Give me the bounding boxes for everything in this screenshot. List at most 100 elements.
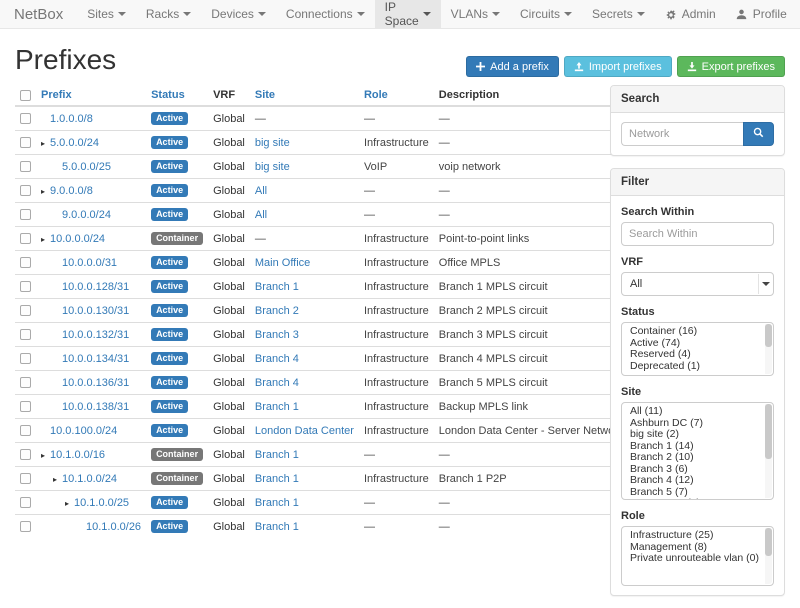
navbar-item[interactable]: Connections: [276, 0, 375, 28]
site-link[interactable]: Branch 1: [255, 281, 299, 293]
prefix-link[interactable]: 10.0.0.138/31: [62, 401, 129, 413]
search-within-input[interactable]: [621, 222, 774, 246]
add-prefix-button[interactable]: Add a prefix: [466, 56, 559, 77]
site-link[interactable]: big site: [255, 137, 290, 149]
site-link[interactable]: All: [255, 185, 267, 197]
description-text: —: [434, 131, 629, 155]
navbar-item[interactable]: VLANs: [441, 0, 510, 28]
chevron-down-icon: [423, 12, 431, 16]
prefix-link[interactable]: 9.0.0.0/8: [50, 185, 93, 197]
row-checkbox[interactable]: [20, 425, 31, 436]
navbar-item[interactable]: Secrets: [582, 0, 655, 28]
indent-spacer: [41, 334, 53, 335]
navbar-item[interactable]: Devices: [201, 0, 276, 28]
profile-link[interactable]: Profile: [726, 0, 797, 28]
site-link[interactable]: Branch 1: [255, 473, 299, 485]
prefix-link[interactable]: 10.0.0.128/31: [62, 281, 129, 293]
site-option[interactable]: COLO-1-24 (3): [622, 498, 773, 500]
export-prefixes-button[interactable]: Export prefixes: [677, 56, 785, 77]
column-header-site[interactable]: Site: [250, 85, 359, 106]
vrf-text: Global: [208, 467, 250, 491]
navbar-item[interactable]: Sites: [77, 0, 136, 28]
column-header-status[interactable]: Status: [146, 85, 208, 106]
navbar-item[interactable]: IP Space: [375, 0, 441, 28]
vrf-text: Global: [208, 347, 250, 371]
row-checkbox[interactable]: [20, 401, 31, 412]
scrollbar[interactable]: [765, 528, 772, 584]
prefix-link[interactable]: 10.0.100.0/24: [50, 425, 117, 437]
prefix-link[interactable]: 10.0.0.0/24: [50, 233, 105, 245]
site-option[interactable]: Branch 4 (12): [622, 475, 773, 487]
prefix-link[interactable]: 10.1.0.0/26: [86, 521, 141, 533]
prefixes-page: Add a prefix Import prefixes Export pref…: [0, 44, 800, 608]
site-link[interactable]: London Data Center: [255, 425, 354, 437]
site-listbox[interactable]: All (11)Ashburn DC (7)big site (2)Branch…: [621, 402, 774, 500]
role-option[interactable]: Infrastructure (25): [622, 530, 773, 542]
site-link[interactable]: All: [255, 209, 267, 221]
site-link[interactable]: Branch 1: [255, 497, 299, 509]
status-option[interactable]: Deprecated (1): [622, 361, 773, 373]
status-listbox[interactable]: Container (16)Active (74)Reserved (4)Dep…: [621, 322, 774, 376]
site-link[interactable]: Branch 1: [255, 401, 299, 413]
prefix-link[interactable]: 9.0.0.0/24: [62, 209, 111, 221]
column-header-role[interactable]: Role: [359, 85, 434, 106]
row-checkbox[interactable]: [20, 449, 31, 460]
prefix-link[interactable]: 10.0.0.134/31: [62, 353, 129, 365]
row-checkbox[interactable]: [20, 185, 31, 196]
prefix-link[interactable]: 10.0.0.130/31: [62, 305, 129, 317]
site-option[interactable]: All (11): [622, 406, 773, 418]
site-option[interactable]: Branch 2 (10): [622, 452, 773, 464]
prefix-link[interactable]: 1.0.0.0/8: [50, 113, 93, 125]
row-checkbox[interactable]: [20, 353, 31, 364]
row-checkbox[interactable]: [20, 233, 31, 244]
prefix-link[interactable]: 5.0.0.0/25: [62, 161, 111, 173]
prefix-link[interactable]: 10.0.0.136/31: [62, 377, 129, 389]
search-input[interactable]: [621, 122, 743, 146]
row-checkbox[interactable]: [20, 305, 31, 316]
row-checkbox[interactable]: [20, 521, 31, 532]
site-link[interactable]: Branch 4: [255, 353, 299, 365]
site-link[interactable]: Branch 2: [255, 305, 299, 317]
prefix-link[interactable]: 5.0.0.0/24: [50, 137, 99, 149]
site-option[interactable]: big site (2): [622, 429, 773, 441]
column-header-prefix[interactable]: Prefix: [36, 85, 146, 106]
prefix-link[interactable]: 10.0.0.132/31: [62, 329, 129, 341]
role-option[interactable]: Private unrouteable vlan (0): [622, 553, 773, 565]
site-link[interactable]: Branch 1: [255, 521, 299, 533]
site-link[interactable]: Branch 3: [255, 329, 299, 341]
row-checkbox[interactable]: [20, 161, 31, 172]
scrollbar[interactable]: [765, 324, 772, 374]
prefix-link[interactable]: 10.1.0.0/24: [62, 473, 117, 485]
select-all-checkbox[interactable]: [20, 90, 31, 101]
vrf-select[interactable]: All: [621, 272, 774, 296]
role-listbox[interactable]: Infrastructure (25)Management (8)Private…: [621, 526, 774, 586]
search-button[interactable]: [743, 122, 774, 146]
row-checkbox[interactable]: [20, 281, 31, 292]
row-checkbox[interactable]: [20, 113, 31, 124]
prefix-link[interactable]: 10.0.0.0/31: [62, 257, 117, 269]
row-checkbox[interactable]: [20, 137, 31, 148]
prefix-link[interactable]: 10.1.0.0/16: [50, 449, 105, 461]
site-link[interactable]: Branch 4: [255, 377, 299, 389]
row-checkbox[interactable]: [20, 209, 31, 220]
site-link[interactable]: Main Office: [255, 257, 310, 269]
prefix-link[interactable]: 10.1.0.0/25: [74, 497, 129, 509]
row-checkbox[interactable]: [20, 257, 31, 268]
role-option[interactable]: Management (8): [622, 542, 773, 554]
row-checkbox[interactable]: [20, 473, 31, 484]
navbar-item-label: Sites: [87, 7, 114, 21]
site-link[interactable]: Branch 1: [255, 449, 299, 461]
navbar-brand[interactable]: NetBox: [0, 0, 77, 28]
import-prefixes-button[interactable]: Import prefixes: [564, 56, 672, 77]
row-checkbox[interactable]: [20, 377, 31, 388]
admin-link[interactable]: Admin: [655, 0, 726, 28]
site-link[interactable]: big site: [255, 161, 290, 173]
scrollbar[interactable]: [765, 404, 772, 498]
status-option[interactable]: Container (16): [622, 326, 773, 338]
navbar-item[interactable]: Racks: [136, 0, 201, 28]
row-checkbox[interactable]: [20, 329, 31, 340]
navbar-item[interactable]: Circuits: [510, 0, 582, 28]
row-checkbox[interactable]: [20, 497, 31, 508]
indent-spacer: [41, 214, 53, 215]
status-option[interactable]: Reserved (4): [622, 349, 773, 361]
